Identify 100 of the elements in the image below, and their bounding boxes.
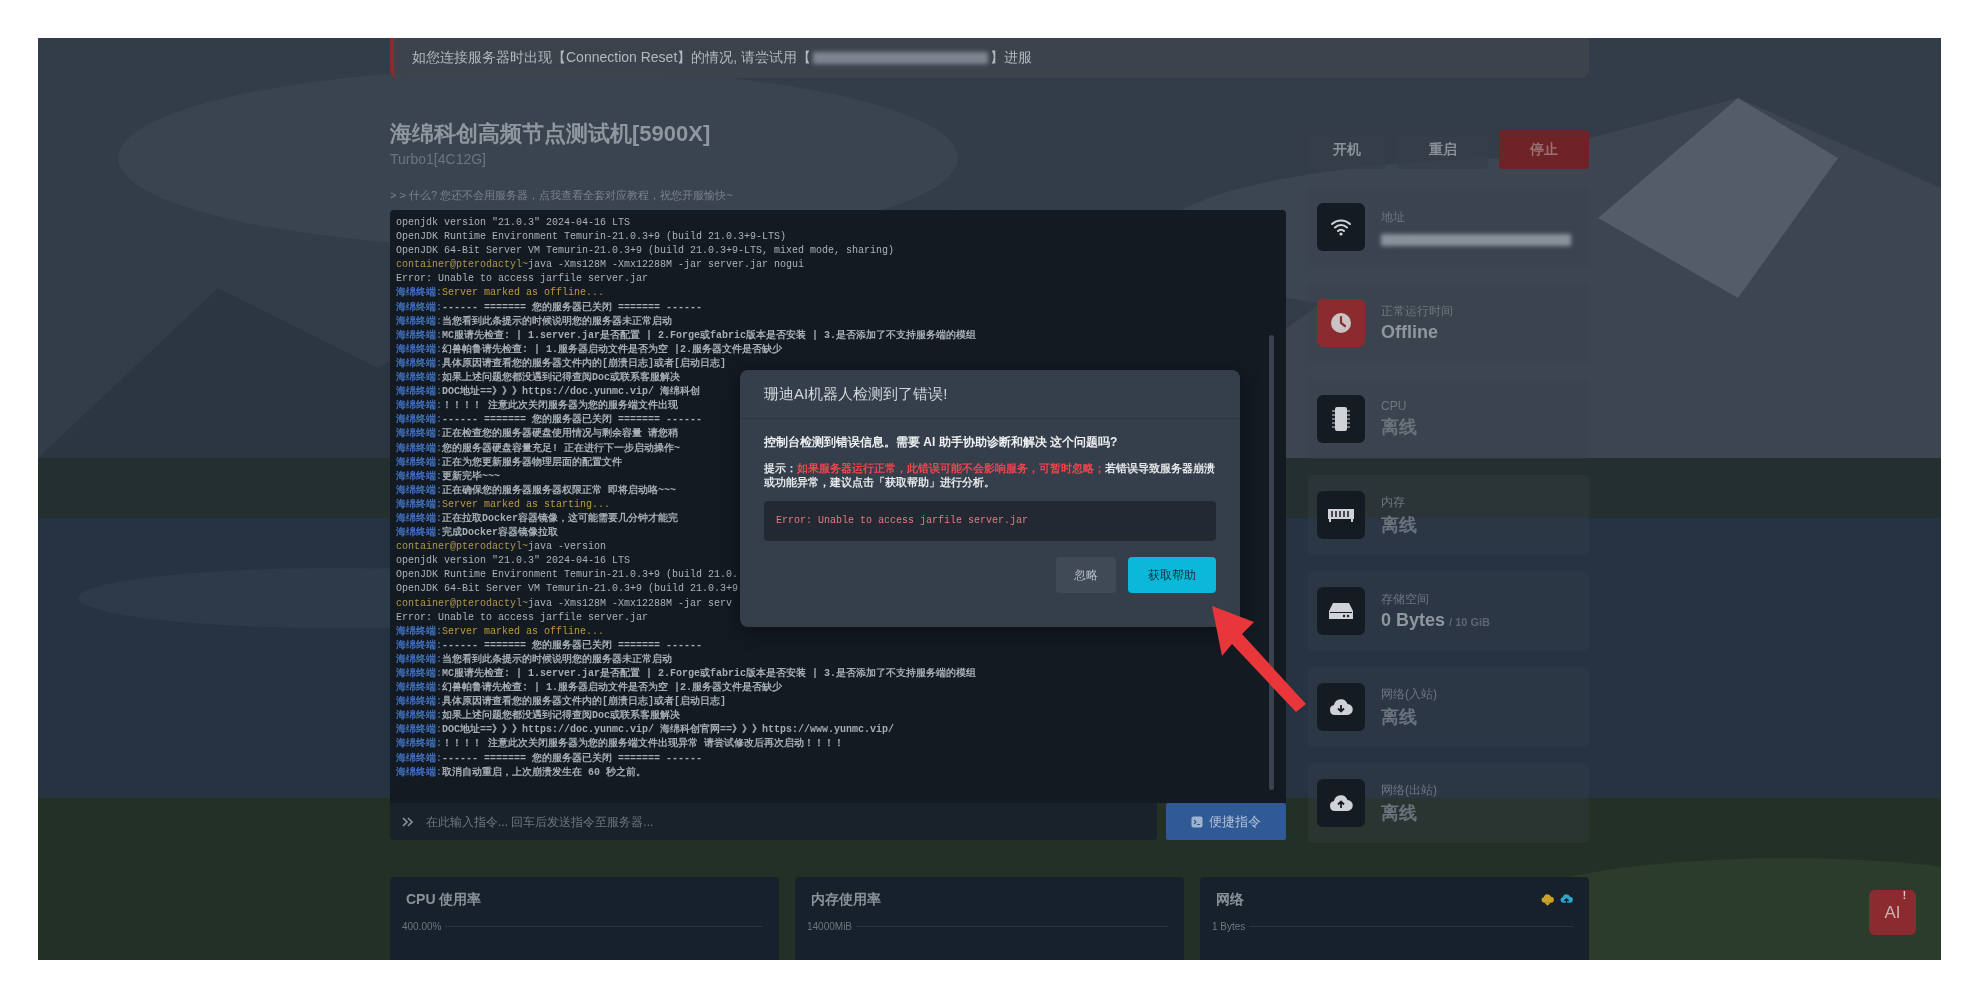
- terminal-prefix: 海绵终端:: [396, 667, 442, 681]
- terminal-line: 您的服务器硬盘容量充足! 正在进行下一步启动操作~: [442, 441, 681, 456]
- clock-icon: [1330, 312, 1352, 334]
- terminal-prefix: 海绵终端:: [396, 385, 442, 399]
- stat-value: 离线: [1381, 513, 1417, 537]
- terminal-line: 当您看到此条提示的时候说明您的服务器未正常启动: [442, 314, 672, 329]
- power-button[interactable]: 停止: [1499, 130, 1589, 169]
- terminal-prefix: container@pterodactyl~: [396, 258, 529, 273]
- terminal-prefix: 海绵终端:: [396, 483, 442, 498]
- terminal-prefix: container@pterodactyl~: [396, 596, 529, 611]
- terminal-line: MC服请先检查: | 1.server.jar是否配置 | 2.Forge或fabric版本是否安装 | 3.是否添加了不支持服务端的模组: [442, 667, 977, 681]
- terminal-line: OpenJDK Runtime Environment Temurin-21.0.3+9 (build 21.0.3+9-LTS): [396, 230, 787, 245]
- terminal-line: ！！！！ 注意此次关闭服务器为您的服务端文件出现异常 请尝试修改后再次启动！！！！: [442, 737, 845, 752]
- terminal-line: java -Xms128M -Xmx12288M -jar server.jar nogui: [528, 258, 805, 273]
- terminal-line: Server marked as offline...: [442, 624, 605, 639]
- command-field[interactable]: 在此输入指令... 回车后发送指令至服务器...: [390, 803, 1157, 840]
- stat-value: 离线: [1381, 705, 1417, 729]
- chart-title: 网络: [1216, 891, 1244, 909]
- terminal-prefix: 海绵终端:: [396, 624, 442, 639]
- terminal-line: 幻兽帕鲁请先检查: | 1.服务器启动文件是否为空 |2.服务器文件是否缺少: [442, 342, 783, 357]
- terminal-prefix: container@pterodactyl~: [396, 540, 529, 555]
- command-input[interactable]: 在此输入指令... 回车后发送指令至服务器...: [424, 813, 1145, 830]
- terminal-line: 具体原因请查看您的服务器文件内的[崩溃日志]或者[启动日志]: [442, 356, 727, 371]
- scrollbar[interactable]: [1269, 335, 1274, 790]
- chevrons-icon: [402, 816, 414, 827]
- terminal-line: 具体原因请查看您的服务器文件内的[崩溃日志]或者[启动日志]: [442, 695, 727, 709]
- cloud-icon: [1329, 698, 1353, 716]
- terminal-prefix: 海绵终端:: [396, 709, 442, 723]
- alert-label: !: [1902, 890, 1906, 901]
- terminal-line: MC服请先检查: | 1.server.jar是否配置 | 2.Forge或fabric版本是否安装 | 3.是否添加了不支持服务端的模组: [442, 328, 977, 343]
- terminal-prefix: 海绵终端:: [396, 511, 442, 526]
- terminal-line: Error: Unable to access jarfile server.jar: [396, 272, 649, 286]
- stat-value: 0 Bytes: [1381, 610, 1446, 631]
- stat-label: 网络(入站): [1381, 685, 1437, 703]
- terminal-line: 如果上述问题您都没遇到记得查阅Doc或联系客服解决: [442, 709, 681, 723]
- cloud-upload-icon: [1560, 894, 1573, 906]
- axis-label: 1 Bytes: [1212, 921, 1246, 932]
- terminal-line: 正在确保您的服务器服务器权限正常 即将启动咯~~~: [442, 483, 677, 498]
- hard-drive-icon: [1329, 602, 1353, 620]
- dialog-button[interactable]: 获取帮助: [1128, 557, 1216, 593]
- ai-assistant-button[interactable]: ! AI: [1869, 890, 1916, 935]
- terminal-line: 更新完毕~~~: [442, 469, 501, 484]
- chip-icon: [1332, 406, 1350, 432]
- terminal-line: 如果上述问题您都没遇到记得查阅Doc或联系客服解决: [442, 371, 681, 385]
- notice-text: 】进服: [990, 49, 1033, 67]
- terminal-line: 正在为您更新服务器物理层面的配置文件: [442, 455, 622, 470]
- dialog-title: 珊迪AI机器人检测到了错误!: [740, 370, 1240, 419]
- terminal-icon: [1191, 815, 1203, 828]
- terminal-prefix: 海绵终端:: [396, 441, 442, 456]
- terminal-line: Server marked as offline...: [442, 286, 605, 301]
- terminal-prefix: 海绵终端:: [396, 356, 442, 371]
- terminal-prefix: 海绵终端:: [396, 314, 442, 329]
- terminal-prefix: 海绵终端:: [396, 681, 442, 695]
- terminal-line: OpenJDK 64-Bit Server VM Temurin-21.0.3+9 (build 21.0.3+9-LTS, mixed mode, sharing): [396, 244, 895, 259]
- cloud-icon: [1329, 794, 1353, 812]
- terminal-prefix: 海绵终端:: [396, 751, 442, 766]
- terminal-prefix: 海绵终端:: [396, 342, 442, 357]
- cloud-download-icon: [1541, 894, 1554, 906]
- terminal-prefix: 海绵终端:: [396, 638, 442, 653]
- terminal-prefix: 海绵终端:: [396, 765, 442, 780]
- terminal-line: 取消自动重启，上次崩溃发生在 60 秒之前。: [442, 765, 647, 780]
- dialog-hint: 提示：如果服务器运行正常，此错误可能不会影响服务，可暂时忽略；若错误导致服务器崩溃或功能异常，建议点击「获取帮助」进行分析。: [764, 461, 1216, 489]
- terminal-line: ------ ======= 您的服务器已关闭 ======= ------: [442, 638, 703, 653]
- terminal-line: 当您看到此条提示的时候说明您的服务器未正常启动: [442, 652, 672, 667]
- chart-title: 内存使用率: [811, 891, 881, 909]
- terminal-line: DOC地址==》》》https://doc.yunmc.vip/ 海绵科创官网==》》》https://www.yunmc.vip/: [442, 723, 895, 737]
- terminal-prefix: 海绵终端:: [396, 371, 442, 385]
- dialog-button[interactable]: 忽略: [1056, 557, 1116, 593]
- server-title: 海绵科创高频节点测试机[5900X]: [390, 120, 712, 148]
- terminal-prefix: 海绵终端:: [396, 399, 442, 413]
- terminal-line: java -Xms128M -Xmx12288M -jar serv: [528, 596, 733, 611]
- terminal-prefix: 海绵终端:: [396, 455, 442, 470]
- terminal-line: DOC地址==》》》https://doc.yunmc.vip/ 海绵科创: [442, 385, 701, 399]
- terminal-line: Error: Unable to access jarfile server.jar: [396, 610, 649, 625]
- terminal-line: OpenJDK 64-Bit Server VM Temurin-21.0.3+9 (build 21.0.3+9: [396, 582, 739, 597]
- terminal-line: 正在拉取Docker容器镜像，这可能需要几分钟才能完: [442, 511, 679, 526]
- axis-label: 14000MiB: [807, 921, 853, 932]
- stat-value: Offline: [1381, 322, 1438, 343]
- terminal-prefix: 海绵终端:: [396, 286, 442, 301]
- terminal-line: Server marked as starting...: [442, 497, 611, 512]
- terminal-prefix: 海绵终端:: [396, 469, 442, 484]
- terminal-line: 完成Docker容器镜像拉取: [442, 526, 559, 541]
- terminal-prefix: 海绵终端:: [396, 328, 442, 343]
- terminal-prefix: 海绵终端:: [396, 652, 442, 667]
- notice-text: 如您连接服务器时出现【Connection Reset】的情况, 请尝试用【: [412, 49, 812, 67]
- terminal-prefix: 海绵终端:: [396, 737, 442, 752]
- terminal-line: ------ ======= 您的服务器已关闭 ======= ------: [442, 413, 703, 427]
- terminal-line: 幻兽帕鲁请先检查: | 1.服务器启动文件是否为空 |2.服务器文件是否缺少: [442, 681, 783, 695]
- wifi-icon: [1330, 218, 1352, 236]
- stat-label: 网络(出站): [1381, 781, 1437, 799]
- terminal-line: java -version: [528, 540, 607, 555]
- quick-command-button[interactable]: 便捷指令: [1166, 803, 1286, 840]
- error-message: Error: Unable to access jarfile server.jar: [764, 501, 1216, 541]
- stat-label: 存储空间: [1381, 591, 1430, 608]
- terminal-prefix: 海绵终端:: [396, 413, 442, 427]
- terminal-line: ！！！！ 注意此次关闭服务器为您的服务端文件出现: [442, 399, 679, 413]
- terminal-line: ------ ======= 您的服务器已关闭 ======= ------: [442, 751, 703, 766]
- memory-icon: [1328, 507, 1354, 523]
- stat-value: 离线: [1381, 801, 1417, 825]
- stat-label: 内存: [1381, 493, 1406, 511]
